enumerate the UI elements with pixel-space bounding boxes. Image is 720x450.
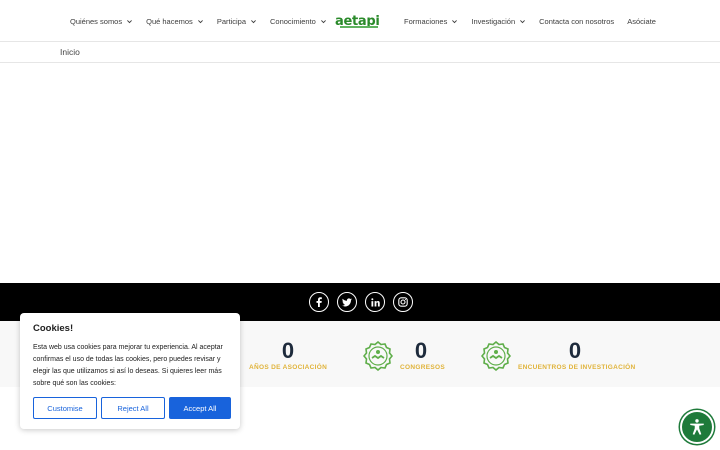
cookie-title: Cookies! (33, 323, 74, 334)
nav-item-participa[interactable]: Participa (217, 17, 257, 26)
chevron-down-icon (127, 19, 133, 23)
accessibility-button[interactable] (680, 410, 714, 444)
stat-label: ENCUENTROS DE INVESTIGACIÓN (518, 364, 636, 371)
stat-label: CONGRESOS (400, 364, 445, 371)
breadcrumb-bar: Inicio (0, 42, 720, 63)
nav-item-formaciones[interactable]: Formaciones (404, 17, 458, 26)
handshake-badge-icon (481, 341, 511, 371)
nav-item-label: Asóciate (627, 16, 656, 26)
accessibility-icon (690, 419, 704, 435)
page: Quiénes somos Qué hacemos Participa Cono… (0, 0, 720, 450)
nav-item-label: Formaciones (404, 16, 448, 26)
main-nav-right: Formaciones Investigación Contacta con n… (404, 0, 656, 42)
instagram-icon[interactable] (393, 292, 413, 312)
nav-item-label: Quiénes somos (70, 16, 123, 26)
accept-all-button[interactable]: Accept All (169, 397, 231, 419)
customise-button[interactable]: Customise (33, 397, 97, 419)
nav-item-label: Qué hacemos (146, 16, 193, 26)
stat-value: 0 (414, 338, 428, 363)
handshake-badge-icon (363, 341, 393, 371)
nav-item-contacta[interactable]: Contacta con nosotros (539, 17, 614, 26)
chevron-down-icon (452, 19, 458, 23)
nav-item-label: Investigación (471, 16, 516, 26)
social-links (309, 292, 413, 312)
main-nav-left: Quiénes somos Qué hacemos Participa Cono… (70, 0, 327, 42)
nav-item-asociate[interactable]: Asóciate (627, 17, 656, 26)
breadcrumb-home[interactable]: Inicio (60, 47, 80, 57)
stat-label: AÑOS DE ASOCIACIÓN (249, 364, 328, 371)
logo-tagline-bar (340, 26, 378, 28)
cookie-actions: Customise Reject All Accept All (33, 397, 231, 419)
nav-item-quienes-somos[interactable]: Quiénes somos (70, 17, 133, 26)
chevron-down-icon (197, 19, 203, 23)
cookie-banner: Cookies! Esta web usa cookies para mejor… (20, 313, 240, 429)
nav-item-label: Conocimiento (270, 16, 316, 26)
chevron-down-icon (320, 19, 326, 23)
site-header: Quiénes somos Qué hacemos Participa Cono… (0, 0, 720, 42)
cookie-description: Esta web usa cookies para mejorar tu exp… (33, 344, 223, 387)
nav-item-investigacion[interactable]: Investigación (471, 17, 526, 26)
chevron-down-icon (520, 19, 526, 23)
chevron-down-icon (251, 19, 256, 23)
site-logo[interactable]: aetapi (334, 9, 380, 33)
reject-all-button[interactable]: Reject All (101, 397, 165, 419)
nav-item-label: Contacta con nosotros (539, 16, 615, 26)
stat-value: 0 (568, 338, 582, 363)
linkedin-icon[interactable] (365, 292, 385, 312)
stat-value: 0 (281, 338, 295, 363)
nav-item-label: Participa (216, 16, 246, 26)
nav-item-conocimiento[interactable]: Conocimiento (270, 17, 327, 26)
facebook-icon[interactable] (309, 292, 329, 312)
nav-item-que-hacemos[interactable]: Qué hacemos (146, 17, 204, 26)
twitter-icon[interactable] (337, 292, 357, 312)
